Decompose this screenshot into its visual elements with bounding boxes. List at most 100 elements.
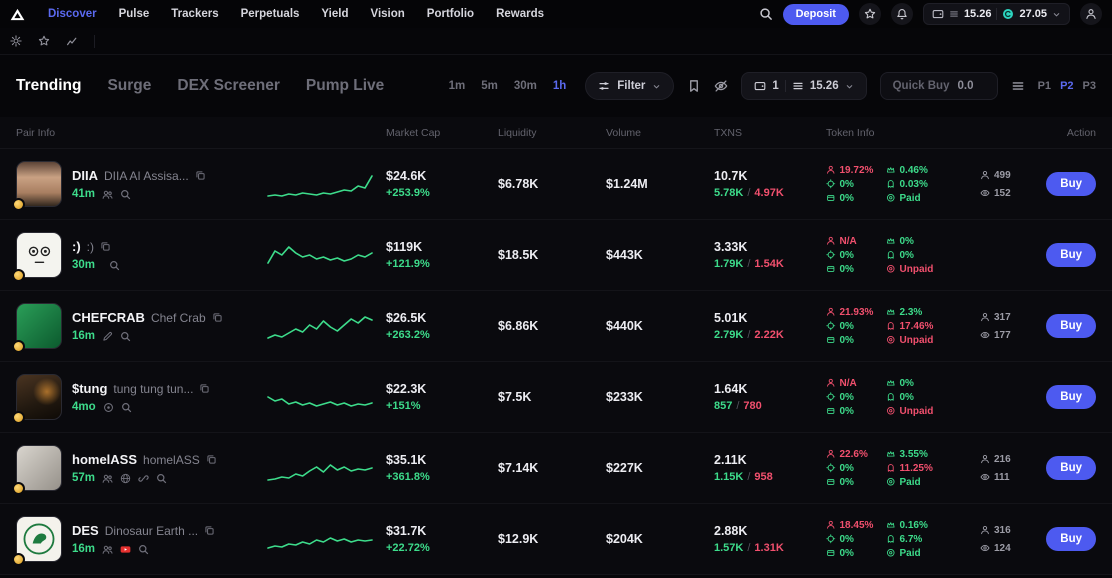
nav-item-portfolio[interactable]: Portfolio — [427, 8, 474, 20]
pair-info-cell: DIIA DIIA AI Assisa... 41m — [16, 161, 268, 207]
users-icon[interactable] — [102, 544, 113, 555]
action-cell: Buy — [1020, 527, 1096, 551]
price-sparkline — [268, 164, 386, 205]
copy-address-icon[interactable] — [195, 170, 206, 181]
nav-item-yield[interactable]: Yield — [321, 8, 348, 20]
timeframe-1m[interactable]: 1m — [443, 77, 472, 95]
hide-tokens-icon[interactable] — [714, 79, 728, 93]
profile-icon[interactable] — [1080, 3, 1102, 25]
copy-address-icon[interactable] — [212, 312, 223, 323]
tab-surge[interactable]: Surge — [107, 77, 151, 95]
youtube-icon[interactable] — [120, 544, 131, 555]
buy-button[interactable]: Buy — [1046, 314, 1096, 338]
tab-dex-screener[interactable]: DEX Screener — [177, 77, 280, 95]
preset-p2[interactable]: P2 — [1060, 80, 1073, 92]
timeframe-30m[interactable]: 30m — [508, 77, 543, 95]
column-header-pair-info: Pair Info — [16, 127, 386, 139]
txns-buys: 1.57K — [714, 542, 743, 554]
txns-buys: 1.15K — [714, 471, 743, 483]
users-icon[interactable] — [102, 189, 113, 200]
users-icon[interactable] — [102, 473, 113, 484]
copy-address-icon[interactable] — [100, 241, 111, 252]
table-row[interactable]: :) :) 30m $119K +121.9% $18.5K $443K — [0, 220, 1112, 291]
preset-p1[interactable]: P1 — [1038, 80, 1051, 92]
preset-list-icon[interactable] — [1011, 79, 1025, 93]
token-avatar[interactable] — [16, 445, 62, 491]
timeframe-5m[interactable]: 5m — [475, 77, 504, 95]
copy-address-icon[interactable] — [206, 454, 217, 465]
insiders-icon — [886, 463, 896, 473]
market-cap-value: $24.6K — [386, 169, 498, 183]
pair-text: CHEFCRAB Chef Crab 16m — [72, 310, 223, 342]
market-cap-value: $31.7K — [386, 524, 498, 538]
table-row[interactable]: CHEFCRAB Chef Crab 16m $26.5K +263.2% $6… — [0, 291, 1112, 362]
wallet-selector[interactable]: 1 15.26 — [741, 72, 866, 100]
tab-trending[interactable]: Trending — [16, 77, 81, 95]
token-search-icon[interactable] — [120, 331, 131, 342]
watchlist-star-icon[interactable] — [38, 35, 50, 47]
token-search-icon[interactable] — [120, 189, 131, 200]
nav-item-rewards[interactable]: Rewards — [496, 8, 544, 20]
token-search-icon[interactable] — [109, 260, 120, 271]
liquidity-cell: $7.5K — [498, 390, 606, 404]
axiom-logo[interactable] — [10, 8, 32, 21]
nav-item-perpetuals[interactable]: Perpetuals — [241, 8, 300, 20]
market-cap-cell: $24.6K +253.9% — [386, 169, 498, 199]
table-row[interactable]: homelASS homelASS 57m $35.1K +361.8% $7.… — [0, 433, 1112, 504]
buy-button[interactable]: Buy — [1046, 527, 1096, 551]
pair-info-cell: homelASS homelASS 57m — [16, 445, 268, 491]
slash: / — [747, 329, 750, 341]
nav-item-vision[interactable]: Vision — [370, 8, 404, 20]
dex-paid-icon — [886, 264, 896, 274]
nav-item-pulse[interactable]: Pulse — [119, 8, 150, 20]
deposit-button[interactable]: Deposit — [783, 4, 849, 25]
notifications-icon[interactable] — [891, 3, 913, 25]
preset-p3[interactable]: P3 — [1083, 80, 1096, 92]
nav-item-discover[interactable]: Discover — [48, 8, 97, 20]
token-search-icon[interactable] — [138, 544, 149, 555]
quick-buy-input[interactable]: Quick Buy 0.0 — [880, 72, 998, 100]
top-holders-icon — [826, 449, 836, 459]
market-cap-change: +253.9% — [386, 187, 498, 199]
bookmark-icon[interactable] — [687, 79, 701, 93]
token-avatar[interactable] — [16, 374, 62, 420]
pair-text: DES Dinosaur Earth ... 16m — [72, 523, 215, 555]
favorites-icon[interactable] — [859, 3, 881, 25]
balance-pill[interactable]: 15.26 27.05 — [923, 3, 1070, 25]
watchers-count-icon — [980, 330, 990, 340]
table-row[interactable]: DIIA DIIA AI Assisa... 41m $24.6K +253.9… — [0, 149, 1112, 220]
tab-pump-live[interactable]: Pump Live — [306, 77, 384, 95]
token-age: 30m — [72, 259, 95, 271]
token-avatar[interactable] — [16, 303, 62, 349]
token-avatar[interactable] — [16, 232, 62, 278]
txns-cell: 1.64K 857 / 780 — [714, 382, 826, 412]
nav-item-trackers[interactable]: Trackers — [171, 8, 218, 20]
token-avatar[interactable] — [16, 516, 62, 562]
pencil-icon[interactable] — [102, 331, 113, 342]
top-right-controls: Deposit 15.26 27.05 — [759, 3, 1102, 25]
link-icon[interactable] — [138, 473, 149, 484]
copy-address-icon[interactable] — [204, 525, 215, 536]
txns-buys: 1.79K — [714, 258, 743, 270]
liquidity-cell: $12.9K — [498, 532, 606, 546]
search-icon[interactable] — [759, 7, 773, 21]
token-search-icon[interactable] — [121, 402, 132, 413]
timeframe-1h[interactable]: 1h — [547, 77, 572, 95]
target-icon[interactable] — [103, 402, 114, 413]
settings-icon[interactable] — [10, 35, 22, 47]
copy-address-icon[interactable] — [199, 383, 210, 394]
token-search-icon[interactable] — [156, 473, 167, 484]
table-row[interactable]: DES Dinosaur Earth ... 16m $31.7K +22.72… — [0, 504, 1112, 575]
buy-button[interactable]: Buy — [1046, 456, 1096, 480]
buy-button[interactable]: Buy — [1046, 172, 1096, 196]
token-avatar[interactable] — [16, 161, 62, 207]
globe-icon[interactable] — [120, 473, 131, 484]
dev-holdings-icon — [886, 449, 896, 459]
wallet-icon — [932, 8, 944, 20]
market-cap-cell: $35.1K +361.8% — [386, 453, 498, 483]
buy-button[interactable]: Buy — [1046, 243, 1096, 267]
buy-button[interactable]: Buy — [1046, 385, 1096, 409]
filter-button[interactable]: Filter — [585, 72, 674, 100]
chart-icon[interactable] — [66, 35, 78, 47]
table-row[interactable]: $tung tung tung tun... 4mo $22.3K +151% … — [0, 362, 1112, 433]
